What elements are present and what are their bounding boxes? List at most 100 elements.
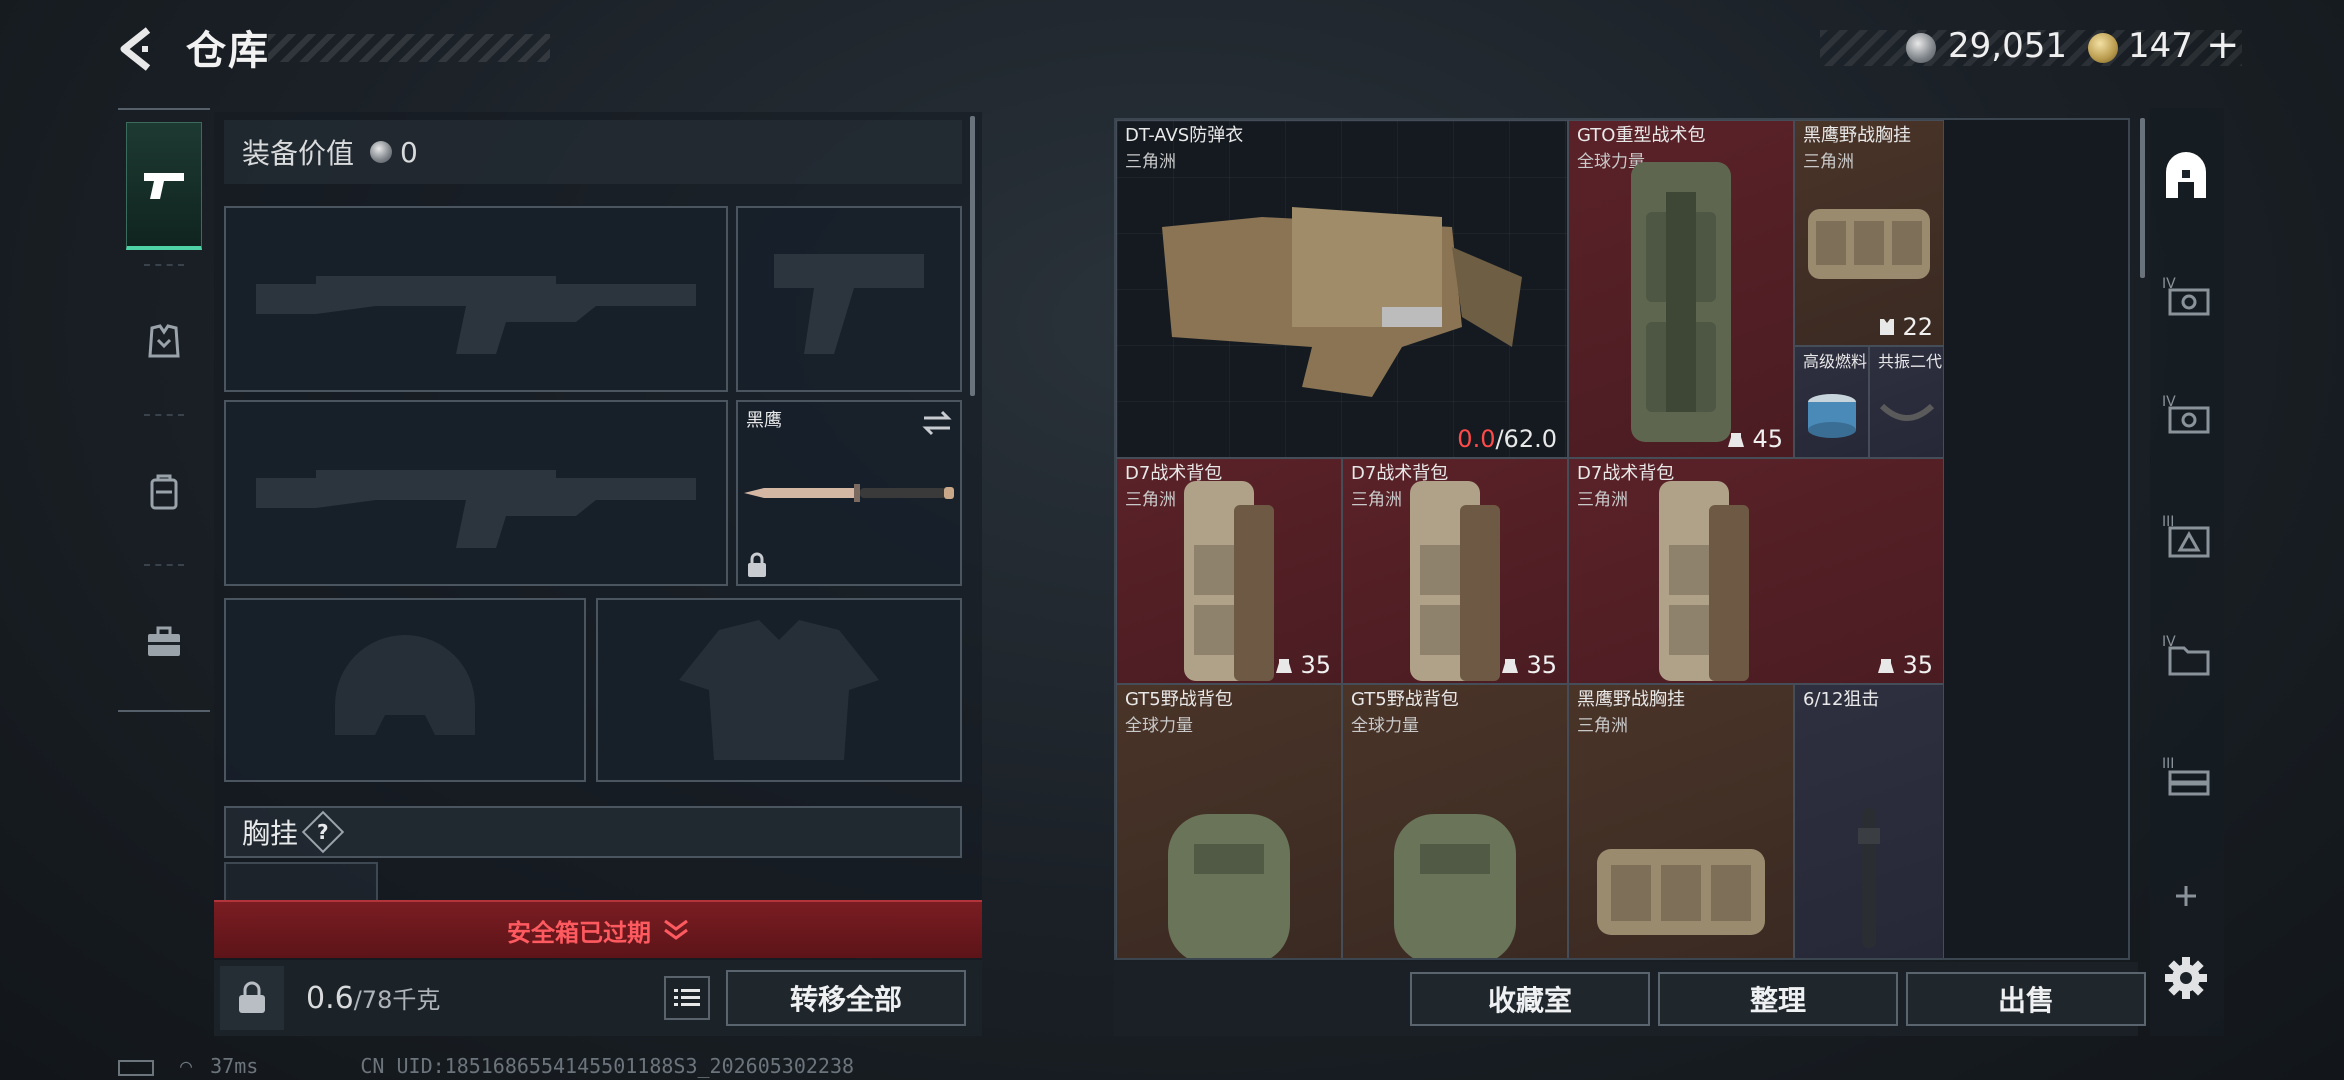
field-backpack-icon (1168, 813, 1290, 958)
storage-box-iv-icon[interactable]: IV (2156, 266, 2216, 326)
sell-button[interactable]: 出售 (1906, 972, 2146, 1026)
item-origin: 三角洲 (1803, 152, 1854, 172)
tactical-backpack-icon (1658, 480, 1749, 681)
capacity-icon (1728, 433, 1745, 447)
transfer-all-button[interactable]: 转移全部 (726, 970, 966, 1026)
swap-icon[interactable] (922, 410, 952, 436)
double-chevron-down-icon (664, 919, 688, 940)
item-origin: 三角洲 (1125, 490, 1176, 510)
gold-currency-value: 147 (2128, 26, 2193, 66)
add-storage-icon[interactable] (2156, 866, 2216, 926)
capacity-lock-box (220, 966, 284, 1030)
item-name: 6/12狙击 (1803, 689, 1880, 710)
item-cell[interactable]: GTO重型战术包 全球力量 45 (1568, 120, 1794, 458)
wifi-icon: ◠ (180, 1054, 193, 1078)
list-view-button[interactable] (664, 976, 710, 1020)
title-decoration (268, 34, 550, 62)
field-backpack-icon (1394, 813, 1516, 958)
tactical-backpack-icon (1184, 480, 1274, 681)
capacity-icon (1276, 659, 1293, 673)
item-origin: 三角洲 (1351, 490, 1402, 510)
chest-rig-row: 胸挂 ? (224, 806, 962, 858)
item-name: 黑鹰野战胸挂 (1577, 689, 1685, 710)
helmet-slot[interactable] (224, 598, 586, 782)
melee-slot[interactable]: 黑鹰 (736, 400, 962, 586)
tab-cases[interactable] (126, 578, 202, 706)
settings-gear-icon[interactable] (2156, 948, 2216, 1008)
item-count: 22 (1878, 313, 1933, 341)
item-name: GT5野战背包 (1351, 689, 1459, 710)
help-icon[interactable]: ? (301, 810, 345, 854)
item-name: 黑鹰野战胸挂 (1803, 125, 1911, 146)
sniper-scope-icon (1858, 808, 1880, 949)
storage-rack-iii-icon[interactable]: III (2156, 746, 2216, 806)
item-cell[interactable]: 黑鹰野战胸挂 三角洲 22 (1794, 120, 1944, 346)
item-origin: 三角洲 (1577, 716, 1628, 736)
ping-value: 37ms (210, 1054, 259, 1078)
item-cell[interactable]: GT5野战背包 全球力量 (1116, 684, 1342, 958)
fuel-can-icon (1807, 394, 1856, 439)
durability-readout: 0.0/62.0 (1457, 425, 1557, 453)
tab-armor[interactable] (126, 278, 202, 406)
storage-home-icon[interactable] (2156, 148, 2216, 208)
item-count: 35 (1500, 651, 1557, 679)
item-cell[interactable]: D7战术背包 三角洲 35 (1568, 458, 1944, 684)
add-currency-button[interactable]: + (2206, 22, 2240, 68)
primary-weapon-slot[interactable] (224, 206, 728, 392)
silver-currency-value: 29,051 (1948, 26, 2067, 66)
weight-max: /78千克 (353, 986, 441, 1014)
back-button[interactable] (112, 22, 166, 76)
item-cell[interactable]: D7战术背包 三角洲 35 (1116, 458, 1342, 684)
chevron-left-icon (120, 27, 151, 71)
durability-max: /62.0 (1495, 425, 1557, 453)
collection-room-button[interactable]: 收藏室 (1410, 972, 1650, 1026)
category-tabs (118, 108, 210, 712)
tab-weapons[interactable] (126, 122, 202, 250)
vest-capacity-icon (1880, 319, 1895, 335)
item-origin: 三角洲 (1577, 490, 1628, 510)
item-count: 35 (1274, 651, 1331, 679)
armor-slot[interactable] (596, 598, 962, 782)
sort-button[interactable]: 整理 (1658, 972, 1898, 1026)
equipment-scrollbar[interactable] (970, 116, 975, 396)
warehouse-grid: DT-AVS防弹衣 三角洲 0.0/62.0 GTO重型战术包 全球力量 45 … (1114, 118, 2130, 960)
silver-coin-icon (1906, 33, 1936, 63)
item-count: 35 (1876, 651, 1933, 679)
item-cell[interactable]: 高级燃料 (1794, 346, 1869, 458)
storage-box-iv-icon[interactable]: IV (2156, 384, 2216, 444)
tab-backpacks[interactable] (126, 428, 202, 556)
item-origin: 全球力量 (1351, 716, 1419, 736)
battery-icon (118, 1059, 154, 1076)
capacity-icon (1502, 659, 1519, 673)
secondary-weapon-slot[interactable] (224, 400, 728, 586)
chest-rig-icon (1597, 848, 1765, 935)
item-name: GTO重型战术包 (1577, 125, 1706, 146)
gold-coin-icon (2088, 33, 2118, 63)
warehouse-scrollbar[interactable] (2140, 118, 2145, 278)
lock-icon (748, 552, 766, 577)
backpack-icon (150, 474, 178, 510)
item-origin: 全球力量 (1125, 716, 1193, 736)
storage-box-iii-icon[interactable]: III (2156, 506, 2216, 566)
weight-lock-icon (239, 981, 265, 1013)
item-cell[interactable]: DT-AVS防弹衣 三角洲 0.0/62.0 (1116, 120, 1568, 458)
item-name: GT5野战背包 (1125, 689, 1233, 710)
equipment-value: 0 (400, 135, 418, 169)
pistol-silhouette-icon (774, 254, 924, 354)
item-cell[interactable]: 6/12狙击 (1794, 684, 1944, 958)
item-cell[interactable]: 黑鹰野战胸挂 三角洲 (1568, 684, 1794, 958)
knife-icon (744, 484, 954, 502)
storage-folder-iv-icon[interactable]: IV (2156, 624, 2216, 684)
rifle-silhouette-icon (256, 276, 696, 354)
heavy-backpack-icon (1631, 162, 1731, 443)
pistol-slot[interactable] (736, 206, 962, 392)
safebox-label: 安全箱已过期 (507, 918, 651, 947)
safebox-expired-banner[interactable]: 安全箱已过期 (214, 900, 982, 958)
capacity-icon (1878, 659, 1895, 673)
item-cell[interactable]: D7战术背包 三角洲 35 (1342, 458, 1568, 684)
resonator-icon (1879, 403, 1934, 422)
body-armor-icon (1162, 207, 1522, 398)
item-cell[interactable]: GT5野战背包 全球力量 (1342, 684, 1568, 958)
tactical-backpack-icon (1410, 480, 1500, 681)
item-cell[interactable]: 共振二代 (1869, 346, 1944, 458)
